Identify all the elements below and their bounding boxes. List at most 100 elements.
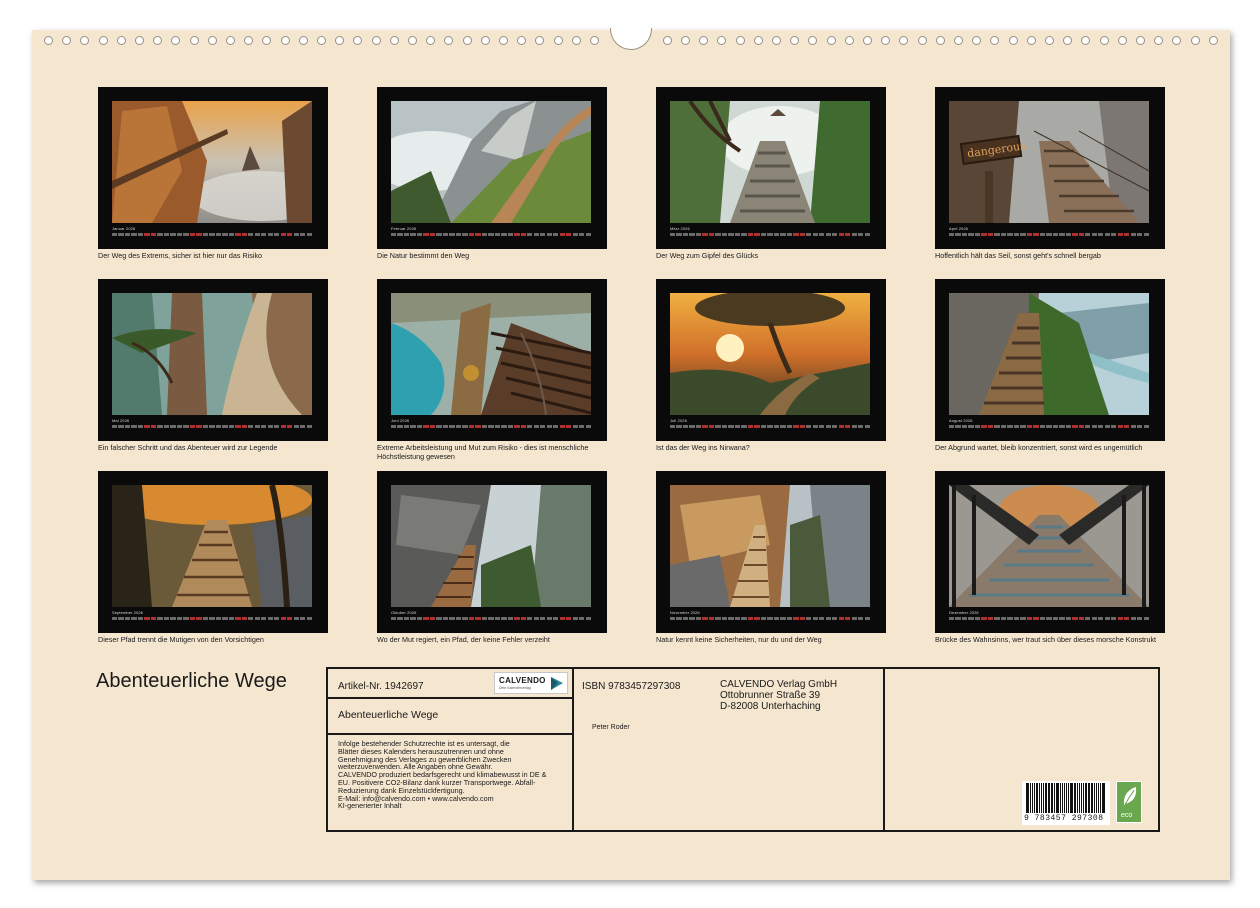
day-cell xyxy=(144,233,150,236)
day-cell xyxy=(741,233,747,236)
spiral-hole xyxy=(1008,36,1018,45)
day-cell xyxy=(124,425,131,428)
day-cell xyxy=(183,233,189,236)
day-cell xyxy=(858,425,864,428)
spiral-hole xyxy=(207,36,217,45)
day-cell xyxy=(163,233,170,236)
day-cell xyxy=(961,233,968,236)
day-cell xyxy=(1007,233,1013,236)
month-label: September 2026 xyxy=(112,610,143,615)
month-caption: Ist das der Weg ins Nirwana? xyxy=(656,443,750,452)
day-cell xyxy=(987,425,994,428)
day-cell xyxy=(1111,617,1117,620)
day-cell xyxy=(189,617,196,620)
day-cell xyxy=(494,425,501,428)
day-cell xyxy=(760,233,767,236)
day-cell xyxy=(566,425,572,428)
day-cell xyxy=(202,425,209,428)
day-cell xyxy=(864,617,870,620)
day-cell xyxy=(157,425,163,428)
day-cell xyxy=(157,617,163,620)
day-cell xyxy=(150,617,157,620)
day-cell xyxy=(410,425,416,428)
barcode-bar xyxy=(1070,783,1073,813)
day-cell xyxy=(994,233,1000,236)
month-label: Mai 2026 xyxy=(112,418,130,423)
day-cell xyxy=(1020,233,1026,236)
author: Peter Roder xyxy=(592,724,630,731)
photo-frame: Februar 2026 xyxy=(377,87,607,249)
day-cell xyxy=(274,425,280,428)
day-cell xyxy=(1072,233,1078,236)
day-cell xyxy=(540,425,546,428)
month-label: August 2026 xyxy=(949,418,973,423)
barcode-bar xyxy=(1085,783,1087,813)
day-cell xyxy=(1098,425,1104,428)
day-grid xyxy=(670,232,870,238)
month-photo xyxy=(670,485,870,607)
day-cell xyxy=(449,425,455,428)
day-cell xyxy=(1091,425,1097,428)
day-cell xyxy=(708,425,715,428)
day-cell xyxy=(546,425,552,428)
day-cell xyxy=(293,617,299,620)
day-cell xyxy=(838,425,844,428)
day-cell xyxy=(287,425,293,428)
day-cell xyxy=(715,617,721,620)
day-cell xyxy=(1033,617,1039,620)
month-label: Februar 2026 xyxy=(391,226,417,231)
day-cell xyxy=(124,233,131,236)
day-cell xyxy=(514,617,520,620)
month-march: März 2026 Der Weg zum Gipfel des Glücks xyxy=(656,87,886,261)
barcode-bar xyxy=(1079,783,1081,813)
spiral-hole xyxy=(444,36,454,45)
barcode-bar xyxy=(1040,783,1042,813)
day-cell xyxy=(1052,617,1059,620)
spiral-hole xyxy=(317,36,326,45)
publisher-line: CALVENDO Verlag GmbH xyxy=(720,679,838,690)
barcode-bar xyxy=(1035,783,1039,813)
day-cell xyxy=(176,617,183,620)
day-cell xyxy=(488,233,494,236)
day-cell xyxy=(287,233,293,236)
month-caption: Der Weg des Extrems, sicher ist hier nur… xyxy=(98,251,263,260)
day-cell xyxy=(455,233,462,236)
day-cell xyxy=(436,233,442,236)
day-cell xyxy=(176,233,183,236)
day-cell xyxy=(1007,425,1013,428)
spiral-hole xyxy=(972,36,982,45)
barcode-bar xyxy=(1026,783,1028,813)
month-caption: Natur kennt keine Sicherheiten, nur du u… xyxy=(656,635,822,644)
day-grid xyxy=(391,424,591,430)
day-cell xyxy=(462,233,468,236)
day-cell xyxy=(118,233,124,236)
barcode-bar xyxy=(1087,783,1089,813)
month-caption: Dieser Pfad trennt die Mutigen von den V… xyxy=(98,635,264,644)
day-cell xyxy=(721,233,728,236)
day-cell xyxy=(670,617,676,620)
spiral-hole xyxy=(917,36,927,45)
day-cell xyxy=(747,425,754,428)
day-cell xyxy=(825,233,831,236)
day-cell xyxy=(215,425,222,428)
day-cell xyxy=(553,425,559,428)
day-cell xyxy=(1020,617,1026,620)
barcode-bar xyxy=(1095,783,1097,813)
photo-frame: Januar 2026 xyxy=(98,87,328,249)
month-november: November 2026 Natur kennt keine Sicherhe… xyxy=(656,471,886,645)
spiral-hole xyxy=(244,36,254,45)
month-caption: Wo der Mut regiert, ein Pfad, der keine … xyxy=(377,635,550,644)
day-cell xyxy=(261,233,267,236)
day-cell xyxy=(579,617,585,620)
barcode-bar xyxy=(1082,783,1085,813)
day-cell xyxy=(1117,233,1123,236)
spiral-hole xyxy=(1063,36,1073,45)
spiral-hole xyxy=(935,36,945,45)
barcode-bar xyxy=(1075,783,1076,813)
month-label: Dezember 2026 xyxy=(949,610,979,615)
day-cell xyxy=(1059,617,1065,620)
day-cell xyxy=(488,617,494,620)
spiral-hole xyxy=(353,36,363,45)
day-cell xyxy=(449,233,455,236)
day-cell xyxy=(838,617,844,620)
